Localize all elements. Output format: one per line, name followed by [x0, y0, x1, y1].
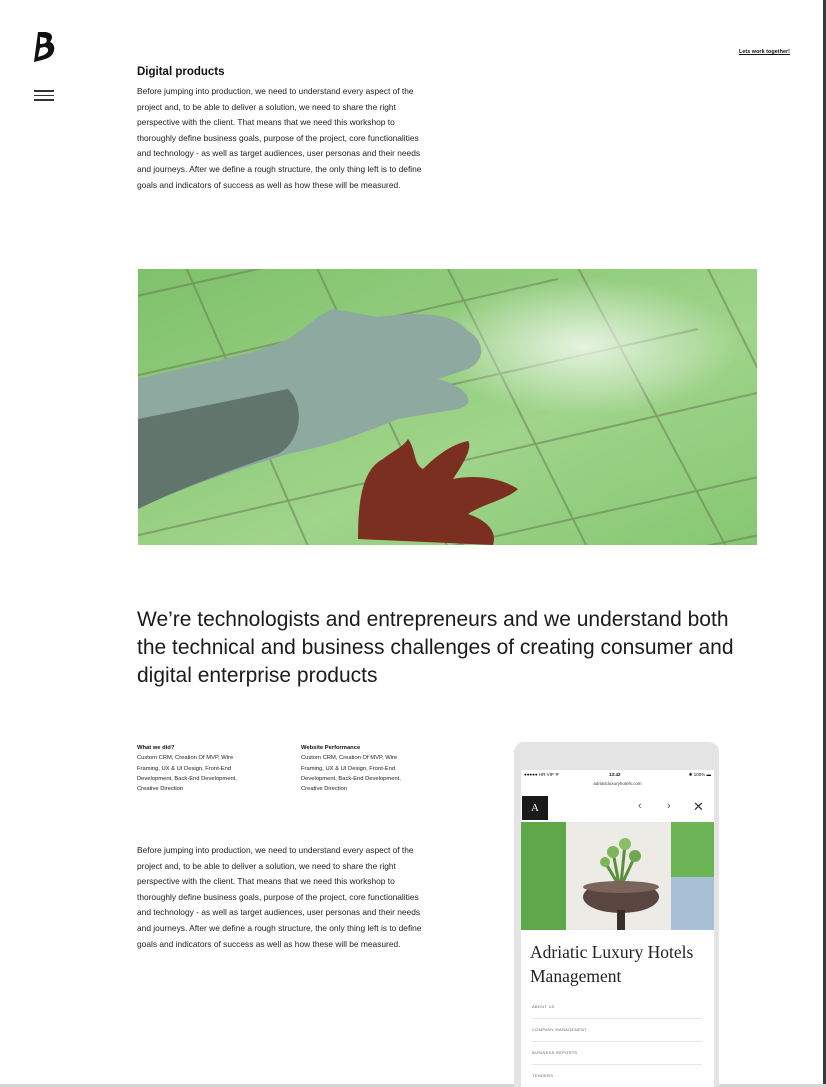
site-menu-item-tenders[interactable]: TENDERS	[532, 1065, 702, 1087]
chevron-left-icon[interactable]: ‹	[638, 800, 642, 812]
meta-title: Website Performance	[301, 745, 361, 751]
hamburger-menu-icon[interactable]	[34, 90, 54, 102]
site-hero-photo	[521, 822, 714, 930]
section-title: Digital products	[137, 66, 225, 78]
meta-title: What we did?	[137, 745, 175, 751]
hand-over-grid-photo	[138, 269, 757, 545]
site-logo[interactable]: A	[522, 796, 548, 820]
close-icon[interactable]: ✕	[693, 799, 704, 815]
meta-body: Custom CRM, Creation Of MVP, Wire Framin…	[301, 755, 401, 793]
brand-logo-icon[interactable]	[32, 30, 58, 64]
menu-line	[34, 94, 54, 96]
clock-label: 13:42	[609, 772, 621, 777]
phone-mockup: ●●●●● HR VIP ᯤ 13:42 ✱ 100% ▬ adriaticlu…	[514, 742, 719, 1087]
website-performance-block: Website Performance Custom CRM, Creation…	[301, 743, 416, 794]
potted-plant-photo	[521, 822, 714, 930]
intro-paragraph: Before jumping into production, we need …	[137, 86, 422, 190]
carrier-label: ●●●●● HR VIP ᯤ	[524, 772, 560, 777]
battery-label: ✱ 100% ▬	[688, 772, 711, 777]
site-menu-item-reports[interactable]: BUSINESS REPORTS	[532, 1042, 702, 1065]
chevron-right-icon[interactable]: ›	[667, 800, 671, 812]
hero-image	[138, 269, 757, 545]
menu-line	[34, 99, 54, 101]
url-bar[interactable]: adriaticluxuryhotels.com	[521, 781, 714, 786]
menu-line	[34, 90, 54, 92]
phone-screen: ●●●●● HR VIP ᯤ 13:42 ✱ 100% ▬ adriaticlu…	[521, 770, 714, 1087]
headline: We’re technologists and entrepreneurs an…	[137, 608, 734, 687]
site-menu-item-management[interactable]: COMPANY MANAGEMENT	[532, 1019, 702, 1042]
site-header: A ‹ › ✕	[521, 794, 714, 821]
what-we-did-block: What we did? Custom CRM, Creation Of MVP…	[137, 743, 252, 794]
site-menu-item-about[interactable]: ABOUT US	[532, 996, 702, 1019]
lets-work-together-link[interactable]: Lets work together!	[739, 49, 790, 55]
meta-body: Custom CRM, Creation Of MVP, Wire Framin…	[137, 755, 237, 793]
phone-status-bar: ●●●●● HR VIP ᯤ 13:42 ✱ 100% ▬	[521, 770, 714, 780]
site-menu: ABOUT US COMPANY MANAGEMENT BUSINESS REP…	[532, 996, 702, 1087]
details-paragraph: Before jumping into production, we need …	[137, 845, 422, 949]
site-title: Adriatic Luxury Hotels Management	[530, 942, 694, 986]
